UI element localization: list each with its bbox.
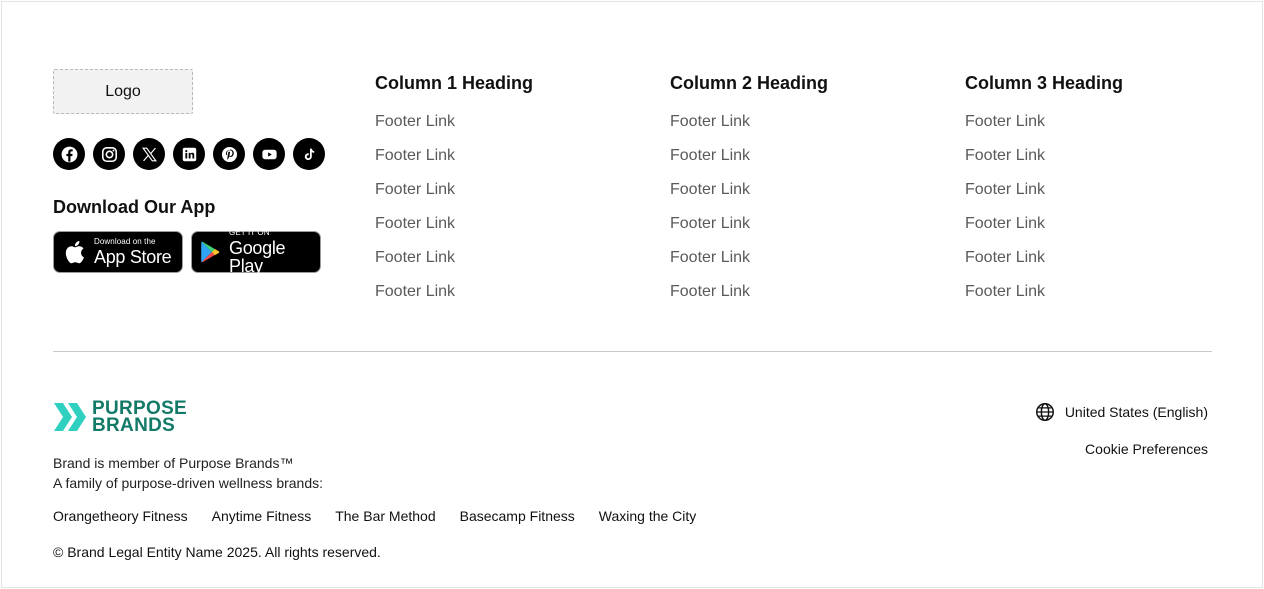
footer-link[interactable]: Footer Link [670, 111, 828, 145]
column-heading: Column 3 Heading [965, 73, 1124, 93]
logo-placeholder[interactable]: Logo [53, 69, 193, 114]
family-brands: Orangetheory Fitness Anytime Fitness The… [53, 508, 696, 524]
facebook-icon [61, 146, 77, 162]
tiktok-icon [304, 148, 314, 160]
app-store-big-text: App Store [94, 247, 172, 267]
footer-link[interactable]: Footer Link [670, 145, 828, 179]
pinterest-icon [221, 146, 237, 162]
brand-link-basecamp[interactable]: Basecamp Fitness [460, 508, 575, 524]
copyright-text: © Brand Legal Entity Name 2025. All righ… [53, 544, 381, 560]
footer-link[interactable]: Footer Link [670, 179, 828, 213]
pinterest-link[interactable] [213, 138, 245, 170]
footer-link[interactable]: Footer Link [965, 111, 1123, 145]
youtube-link[interactable] [253, 138, 285, 170]
linkedin-icon [182, 147, 196, 161]
brand-link-anytime[interactable]: Anytime Fitness [212, 508, 312, 524]
footer-link[interactable]: Footer Link [375, 111, 533, 145]
chevrons-icon [54, 403, 86, 431]
linkedin-link[interactable] [173, 138, 205, 170]
purpose-brands-word-2: BRANDS [92, 415, 176, 436]
app-badges: Download on the App Store GET IT ON Goog… [53, 228, 321, 276]
footer-link[interactable]: Footer Link [375, 247, 533, 281]
footer-link[interactable]: Footer Link [375, 213, 533, 247]
footer-link[interactable]: Footer Link [965, 247, 1123, 281]
purpose-brands-logo[interactable]: PURPOSE BRANDS [53, 399, 187, 436]
footer: Logo Download Our App Download on the Ap… [1, 1, 1263, 588]
google-play-icon [201, 241, 220, 263]
logo-label: Logo [105, 82, 141, 100]
footer-link[interactable]: Footer Link [375, 145, 533, 179]
column-heading: Column 1 Heading [375, 73, 534, 93]
download-app-heading: Download Our App [53, 197, 216, 217]
google-play-small-text: GET IT ON [229, 228, 270, 237]
google-play-button[interactable]: GET IT ON Google Play [191, 228, 321, 276]
column-heading: Column 2 Heading [670, 73, 829, 93]
footer-divider [53, 351, 1212, 352]
x-link[interactable] [133, 138, 165, 170]
locale-selector[interactable]: United States (English) [1034, 401, 1208, 423]
member-line-2: A family of purpose-driven wellness bran… [53, 475, 324, 491]
footer-column-2: Column 2 Heading Footer Link Footer Link… [670, 72, 828, 315]
app-store-small-text: Download on the [94, 237, 156, 246]
footer-link[interactable]: Footer Link [670, 281, 828, 315]
footer-column-1: Column 1 Heading Footer Link Footer Link… [375, 72, 533, 315]
google-play-big-text: Google Play [229, 238, 286, 276]
youtube-icon [261, 149, 277, 159]
instagram-icon [101, 146, 117, 162]
member-text: Brand is member of Purpose Brands™ A fam… [53, 453, 323, 493]
x-icon [141, 147, 157, 161]
brand-link-waxing-the-city[interactable]: Waxing the City [599, 508, 697, 524]
footer-link[interactable]: Footer Link [965, 179, 1123, 213]
globe-icon [1035, 403, 1054, 421]
facebook-link[interactable] [53, 138, 85, 170]
footer-link[interactable]: Footer Link [670, 213, 828, 247]
footer-link[interactable]: Footer Link [965, 213, 1123, 247]
locale-label: United States (English) [1064, 404, 1208, 420]
tiktok-link[interactable] [293, 138, 325, 170]
apple-icon [65, 240, 85, 264]
brand-link-bar-method[interactable]: The Bar Method [335, 508, 435, 524]
footer-column-3: Column 3 Heading Footer Link Footer Link… [965, 72, 1123, 315]
footer-link[interactable]: Footer Link [375, 281, 533, 315]
member-line-1: Brand is member of Purpose Brands™ [53, 455, 294, 471]
brand-link-orangetheory[interactable]: Orangetheory Fitness [53, 508, 188, 524]
footer-link[interactable]: Footer Link [670, 247, 828, 281]
footer-link[interactable]: Footer Link [965, 281, 1123, 315]
instagram-link[interactable] [93, 138, 125, 170]
footer-link[interactable]: Footer Link [965, 145, 1123, 179]
cookie-preferences-link[interactable]: Cookie Preferences [1085, 441, 1208, 457]
footer-link[interactable]: Footer Link [375, 179, 533, 213]
social-links [53, 138, 325, 170]
app-store-button[interactable]: Download on the App Store [53, 231, 183, 273]
